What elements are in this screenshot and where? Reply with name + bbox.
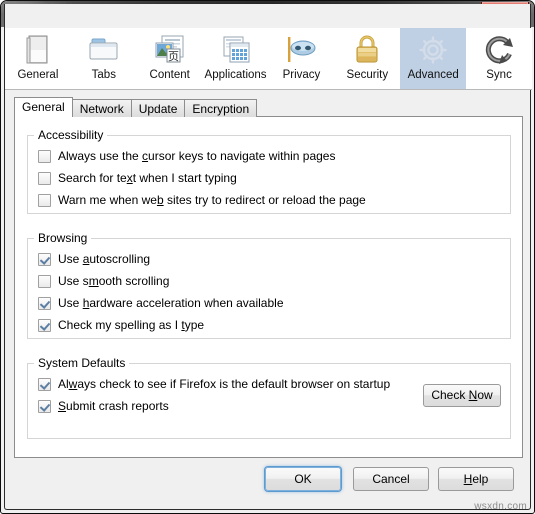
checkbox-label: Use autoscrolling <box>58 252 151 266</box>
advanced-gear-icon <box>413 32 453 68</box>
category-toolbar: General Tabs 页 Content Applications Priv… <box>5 28 532 90</box>
category-label: General <box>17 69 59 81</box>
category-label: Applications <box>204 69 267 81</box>
checkbox-warn-redirect[interactable] <box>38 193 51 207</box>
ok-button[interactable]: OK <box>265 467 341 491</box>
browsing-group: Browsing Use autoscrolling Use smooth sc… <box>27 231 511 339</box>
checkbox-row-smooth-scrolling[interactable]: Use smooth scrolling <box>38 270 510 292</box>
tab-update[interactable]: Update <box>130 99 186 117</box>
category-general[interactable]: General <box>5 28 71 89</box>
browsing-legend: Browsing <box>38 231 88 245</box>
tab-encryption[interactable]: Encryption <box>184 99 258 117</box>
checkbox-label: Warn me when web sites try to redirect o… <box>58 193 366 207</box>
checkbox-row-cursor-keys[interactable]: Always use the cursor keys to navigate w… <box>38 145 510 167</box>
accessibility-group: Accessibility Always use the cursor keys… <box>27 128 511 214</box>
sync-refresh-icon <box>479 32 519 68</box>
general-page-icon <box>18 32 58 68</box>
checkbox-label: Use smooth scrolling <box>58 274 170 288</box>
watermark: wsxdn.com <box>474 501 527 512</box>
category-label: Privacy <box>282 69 321 81</box>
help-button[interactable]: Help <box>438 467 514 491</box>
category-content[interactable]: 页 Content <box>137 28 203 89</box>
accessibility-legend: Accessibility <box>38 128 104 142</box>
category-tabs[interactable]: Tabs <box>71 28 137 89</box>
sub-tab-strip: General Network Update Encryption <box>14 97 258 117</box>
checkbox-row-spell-check[interactable]: Check my spelling as I type <box>38 314 510 336</box>
tabs-folder-icon <box>84 32 124 68</box>
security-padlock-icon <box>347 32 387 68</box>
checkbox-default-browser[interactable] <box>38 377 51 391</box>
options-dialog-window: Options ✕ General <box>0 0 535 514</box>
checkbox-autoscrolling[interactable] <box>38 252 51 266</box>
system-defaults-legend: System Defaults <box>38 356 126 370</box>
checkbox-row-hardware-acceleration[interactable]: Use hardware acceleration when available <box>38 292 510 314</box>
applications-grid-icon <box>216 32 256 68</box>
checkbox-search-text[interactable] <box>38 171 51 185</box>
check-now-button[interactable]: Check Now <box>423 384 501 407</box>
svg-text:页: 页 <box>168 50 179 63</box>
checkbox-smooth-scrolling[interactable] <box>38 274 51 288</box>
checkbox-row-search-text[interactable]: Search for text when I start typing <box>38 167 510 189</box>
category-label: Sync <box>486 69 512 81</box>
checkbox-crash-reports[interactable] <box>38 399 51 413</box>
category-label: Advanced <box>407 69 459 81</box>
accessibility-rows: Always use the cursor keys to navigate w… <box>28 142 510 216</box>
checkbox-hardware-acceleration[interactable] <box>38 296 51 310</box>
tab-network[interactable]: Network <box>71 99 132 117</box>
category-sync[interactable]: Sync <box>466 28 532 89</box>
category-advanced[interactable]: Advanced <box>400 28 467 89</box>
category-security[interactable]: Security <box>334 28 400 89</box>
checkbox-label: Always use the cursor keys to navigate w… <box>58 149 336 163</box>
checkbox-label: Search for text when I start typing <box>58 171 237 185</box>
privacy-mask-icon <box>281 32 321 68</box>
category-label: Content <box>149 69 190 81</box>
content-image-icon: 页 <box>150 32 190 68</box>
checkbox-label: Always check to see if Firefox is the de… <box>58 377 391 391</box>
category-privacy[interactable]: Privacy <box>269 28 335 89</box>
checkbox-row-autoscrolling[interactable]: Use autoscrolling <box>38 248 510 270</box>
category-label: Security <box>346 69 389 81</box>
checkbox-row-warn-redirect[interactable]: Warn me when web sites try to redirect o… <box>38 189 510 211</box>
advanced-general-panel: Accessibility Always use the cursor keys… <box>14 116 523 458</box>
cancel-button[interactable]: Cancel <box>353 467 429 491</box>
dialog-footer: OK Cancel Help <box>1 467 534 497</box>
checkbox-label: Check my spelling as I type <box>58 318 205 332</box>
system-defaults-group: System Defaults Always check to see if F… <box>27 356 511 439</box>
category-applications[interactable]: Applications <box>203 28 269 89</box>
category-label: Tabs <box>91 69 116 81</box>
checkbox-cursor-keys[interactable] <box>38 149 51 163</box>
tab-general[interactable]: General <box>14 97 73 117</box>
browsing-rows: Use autoscrolling Use smooth scrolling U… <box>28 245 510 341</box>
checkbox-label: Use hardware acceleration when available <box>58 296 284 310</box>
checkbox-spell-check[interactable] <box>38 318 51 332</box>
checkbox-label: Submit crash reports <box>58 399 169 413</box>
